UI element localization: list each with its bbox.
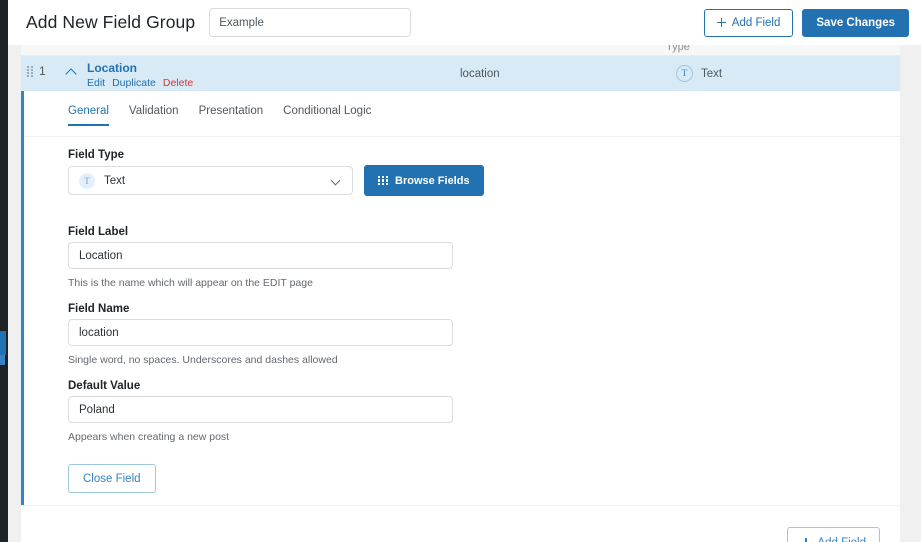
screen-root: Add New Field Group Add Field Save Chang…: [0, 0, 921, 542]
field-row-delete-link[interactable]: Delete: [163, 77, 193, 89]
plus-icon: [716, 18, 726, 27]
fields-table-header-type-column: Type: [666, 45, 690, 53]
save-changes-button-label: Save Changes: [816, 16, 895, 29]
text-field-type-icon-small: T: [79, 172, 95, 189]
field-row-edit-link[interactable]: Edit: [87, 77, 105, 89]
chevron-down-icon: [332, 177, 341, 186]
add-field-button-top[interactable]: Add Field: [703, 8, 794, 37]
field-type-label: Field Type: [68, 149, 125, 161]
drag-handle-icon[interactable]: [27, 66, 34, 77]
field-name-input[interactable]: [68, 319, 453, 346]
field-row-type-label: Text: [701, 67, 723, 80]
field-settings-tabs: General Validation Presentation Conditio…: [68, 105, 371, 126]
wp-admin-menu-active-marker-secondary[interactable]: [0, 355, 5, 365]
default-value-input[interactable]: [68, 396, 453, 423]
field-settings-panel: General Validation Presentation Conditio…: [21, 91, 900, 505]
field-label-label: Field Label: [68, 226, 129, 238]
field-row-name: location: [460, 68, 500, 80]
tab-presentation[interactable]: Presentation: [199, 105, 264, 126]
field-type-selected-value: Text: [104, 174, 126, 187]
tab-general[interactable]: General: [68, 105, 109, 126]
field-name-help: Single word, no spaces. Underscores and …: [68, 354, 338, 366]
default-value-help: Appears when creating a new post: [68, 431, 230, 443]
tabs-divider: [24, 136, 900, 137]
add-field-button-bottom-label: Add Field: [817, 537, 866, 542]
add-field-button-bottom[interactable]: Add Field: [787, 527, 880, 542]
field-name-label: Field Name: [68, 303, 130, 315]
browse-fields-button-label: Browse Fields: [395, 174, 470, 187]
field-label-input[interactable]: [68, 242, 453, 269]
header-actions: Add Field Save Changes: [703, 8, 909, 37]
add-field-button-top-label: Add Field: [731, 16, 781, 29]
wp-admin-menu-active-marker[interactable]: [0, 331, 6, 355]
save-changes-button[interactable]: Save Changes: [802, 8, 909, 37]
fields-table-header: Type: [21, 45, 900, 56]
field-row-order: 1: [39, 64, 46, 78]
tab-conditional-logic[interactable]: Conditional Logic: [283, 105, 371, 126]
grid-icon: [378, 175, 388, 186]
field-group-content: Type 1 Location Edit Duplicate Delete lo…: [21, 45, 900, 542]
tab-validation[interactable]: Validation: [129, 105, 179, 126]
field-label-help: This is the name which will appear on th…: [68, 277, 313, 289]
fields-footer: Add Field: [21, 505, 900, 542]
close-field-button[interactable]: Close Field: [68, 464, 156, 493]
field-row-duplicate-link[interactable]: Duplicate: [112, 77, 156, 89]
close-field-button-label: Close Field: [83, 472, 141, 485]
field-type-row: T Text Browse Fields: [68, 165, 484, 196]
wp-admin-sidebar-edge: [0, 0, 8, 542]
text-field-type-icon: T: [676, 65, 693, 82]
page-title: Add New Field Group: [26, 12, 196, 32]
wp-admin-sidebar-gap: [8, 0, 21, 542]
field-group-title-input[interactable]: [209, 8, 412, 37]
field-row-type: T Text: [676, 65, 722, 82]
field-row-actions: Edit Duplicate Delete: [87, 77, 193, 89]
browse-fields-button[interactable]: Browse Fields: [364, 165, 484, 196]
field-type-select[interactable]: T Text: [68, 166, 353, 195]
plus-icon-bottom: [801, 538, 810, 542]
chevron-up-icon[interactable]: [65, 65, 78, 78]
field-row-label[interactable]: Location: [87, 61, 137, 75]
page-header-bar: Add New Field Group Add Field Save Chang…: [8, 0, 921, 45]
default-value-label: Default Value: [68, 380, 141, 392]
field-row[interactable]: 1 Location Edit Duplicate Delete locatio…: [21, 56, 900, 91]
